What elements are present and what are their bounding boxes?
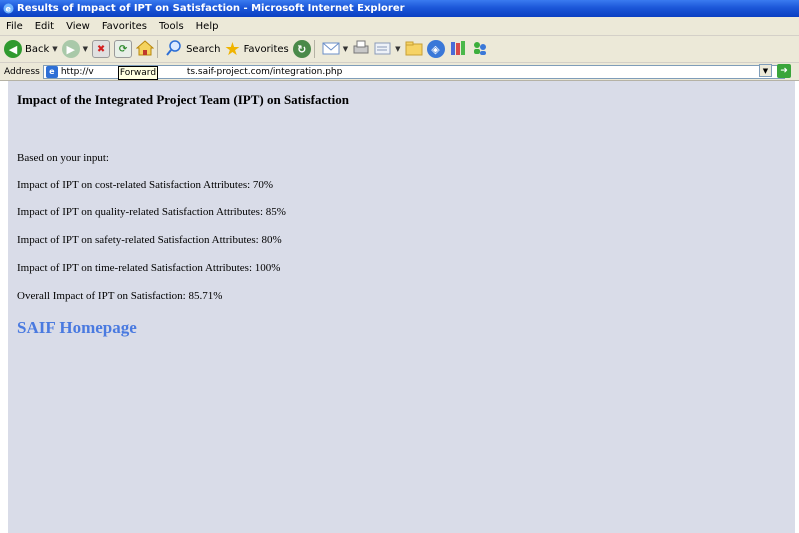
back-label: Back — [25, 43, 50, 55]
toolbar-separator — [313, 40, 315, 58]
internet-explorer-icon: e — [3, 3, 14, 14]
page-title: Impact of the Integrated Project Team (I… — [17, 92, 349, 107]
search-label: Search — [186, 43, 221, 55]
history-button[interactable]: ↻ — [292, 38, 311, 60]
saif-homepage-link[interactable]: SAIF Homepage — [17, 318, 137, 338]
quality-result: Impact of IPT on quality-related Satisfa… — [17, 206, 286, 218]
overall-result: Overall Impact of IPT on Satisfaction: 8… — [17, 290, 223, 302]
address-url-tail[interactable]: ts.saif-project.com/integration.php — [187, 67, 343, 77]
toolbar-separator — [157, 40, 159, 58]
intro-text: Based on your input: — [17, 152, 109, 164]
edit-dropdown-icon[interactable]: ▼ — [395, 45, 400, 53]
people-icon — [471, 40, 489, 59]
search-icon — [165, 39, 183, 60]
favorites-button[interactable]: ★ Favorites — [224, 38, 288, 60]
folder-icon — [405, 40, 423, 59]
back-arrow-icon: ◀ — [4, 40, 22, 58]
menu-bar: File Edit View Favorites Tools Help — [0, 17, 799, 36]
menu-edit[interactable]: Edit — [29, 21, 60, 32]
edit-button[interactable]: ▼ — [374, 38, 401, 60]
page-content: Impact of the Integrated Project Team (I… — [8, 81, 799, 533]
page-icon: e — [45, 65, 58, 78]
forward-dropdown-icon[interactable]: ▼ — [83, 45, 88, 53]
mail-dropdown-icon[interactable]: ▼ — [343, 45, 348, 53]
time-result: Impact of IPT on time-related Satisfacti… — [17, 262, 281, 274]
window-title: Results of Impact of IPT on Satisfaction… — [17, 3, 405, 14]
books-icon — [449, 40, 467, 59]
favorites-star-icon: ★ — [224, 38, 241, 60]
standard-toolbar: ◀ Back ▼ ▶ ▼ ✖ ⟳ Search ★ Favorites ↻ ▼ — [0, 36, 799, 63]
back-button[interactable]: ◀ Back ▼ — [4, 38, 58, 60]
window-right-edge — [795, 81, 799, 533]
forward-arrow-icon: ▶ — [61, 40, 80, 58]
safety-result: Impact of IPT on safety-related Satisfac… — [17, 234, 282, 246]
search-button[interactable]: Search — [165, 38, 220, 60]
address-input[interactable]: e http://v ts.saif-project.com/integrati… — [42, 64, 785, 80]
back-dropdown-icon[interactable]: ▼ — [52, 45, 57, 53]
globe-icon: ◈ — [426, 40, 445, 58]
messenger-button[interactable]: ◈ — [426, 38, 445, 60]
address-bar: Address e http://v ts.saif-project.com/i… — [0, 63, 799, 81]
forward-tooltip: Forward — [117, 65, 159, 80]
refresh-button[interactable]: ⟳ — [114, 38, 133, 60]
history-icon: ↻ — [292, 40, 311, 58]
home-icon — [135, 39, 155, 59]
home-button[interactable] — [135, 38, 155, 60]
mail-icon — [322, 40, 340, 59]
menu-tools[interactable]: Tools — [153, 21, 190, 32]
forward-button[interactable]: ▶ ▼ — [61, 38, 88, 60]
stop-button[interactable]: ✖ — [92, 38, 111, 60]
menu-favorites[interactable]: Favorites — [96, 21, 153, 32]
discuss-button[interactable] — [405, 38, 423, 60]
address-url[interactable]: http://v — [61, 67, 94, 77]
research-button[interactable] — [449, 38, 467, 60]
svg-text:e: e — [6, 5, 12, 14]
refresh-icon: ⟳ — [114, 40, 133, 58]
edit-page-icon — [374, 40, 392, 59]
address-label: Address — [4, 66, 40, 77]
printer-icon — [352, 40, 370, 59]
stop-icon: ✖ — [92, 40, 111, 58]
cost-result: Impact of IPT on cost-related Satisfacti… — [17, 179, 274, 191]
window-titlebar: e Results of Impact of IPT on Satisfacti… — [0, 0, 799, 17]
msn-button[interactable] — [471, 38, 489, 60]
mail-button[interactable]: ▼ — [322, 38, 348, 60]
go-arrow-icon[interactable]: ➜ — [777, 64, 791, 78]
menu-view[interactable]: View — [60, 21, 96, 32]
menu-file[interactable]: File — [0, 21, 29, 32]
address-dropdown-icon[interactable]: ▼ — [759, 64, 772, 77]
favorites-label: Favorites — [243, 43, 289, 55]
print-button[interactable] — [352, 38, 370, 60]
menu-help[interactable]: Help — [190, 21, 225, 32]
